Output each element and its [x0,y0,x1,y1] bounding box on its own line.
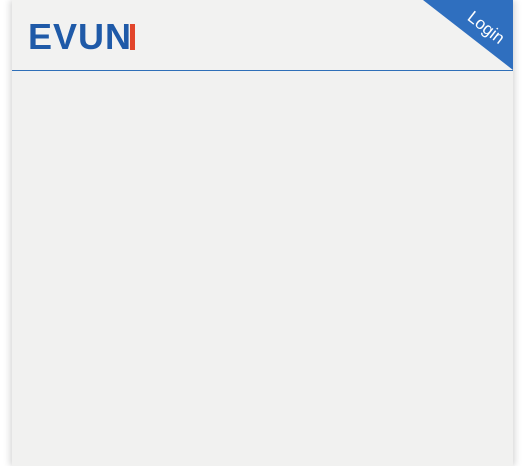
header-bar: EVUN Login [12,0,513,71]
login-corner-button[interactable]: Login [423,0,513,70]
logo-text: EVUN [28,16,133,57]
main-content-area [12,71,513,466]
app-window: EVUN Login [12,0,513,466]
evun-logo[interactable]: EVUN [28,16,136,57]
logo-accent-mark [130,24,136,50]
